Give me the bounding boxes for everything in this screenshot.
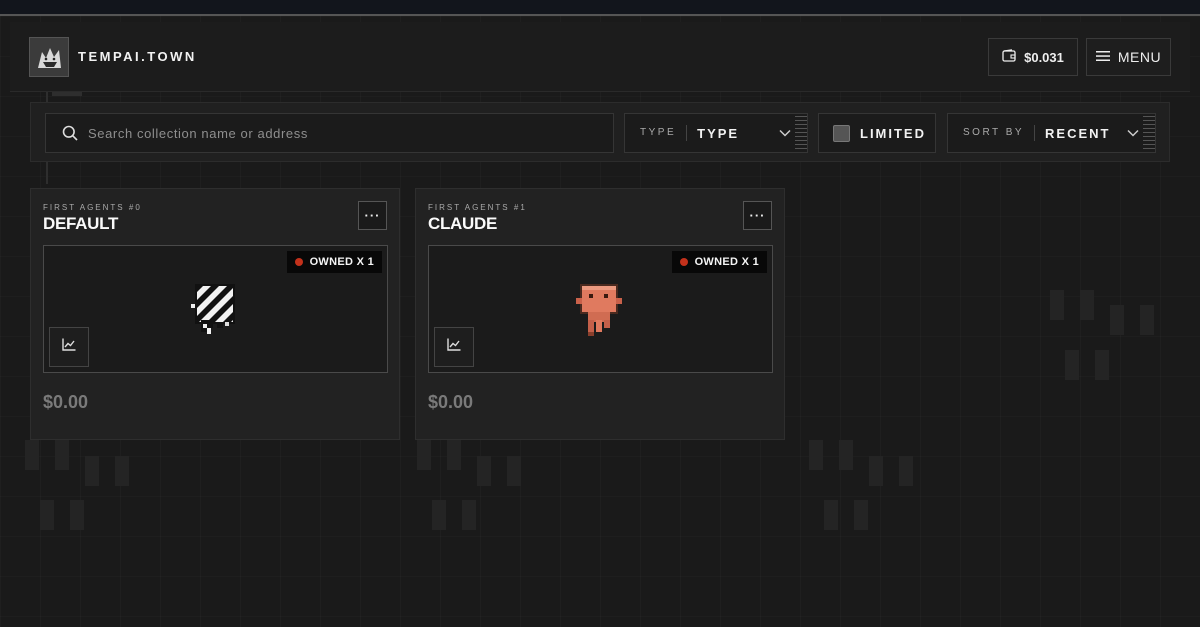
- decor-tick: [52, 92, 82, 96]
- status-dot-icon: [294, 258, 303, 266]
- bg-deco: [854, 500, 868, 530]
- search-icon: [62, 125, 78, 141]
- price-chart-button[interactable]: [434, 327, 474, 367]
- limited-toggle[interactable]: LIMITED: [818, 113, 936, 153]
- bg-deco: [824, 500, 838, 530]
- orange-agent-icon: [574, 282, 624, 343]
- owned-badge-label: OWNED X 1: [309, 256, 374, 268]
- search-input[interactable]: [88, 125, 588, 141]
- bg-deco: [25, 440, 39, 470]
- bg-deco: [40, 500, 54, 530]
- bg-deco: [1050, 290, 1064, 320]
- line-chart-icon: [447, 338, 461, 356]
- limited-checkbox[interactable]: [833, 124, 850, 142]
- card-price: $0.00: [43, 392, 89, 412]
- bg-deco: [462, 500, 476, 530]
- bg-deco: [55, 440, 69, 470]
- nft-card-claude[interactable]: FIRST AGENTS #1 CLAUDE ··· OWNED X 1 $0.…: [415, 188, 785, 440]
- type-label: TYPE: [625, 125, 688, 141]
- card-preview[interactable]: OWNED X 1: [428, 245, 773, 373]
- wallet-balance: $0.031: [1024, 49, 1064, 65]
- sort-label: SORT BY: [948, 125, 1036, 141]
- search-box[interactable]: [45, 113, 614, 153]
- card-price: $0.00: [428, 392, 474, 412]
- striped-agent-icon: [191, 280, 239, 341]
- type-dropdown[interactable]: TYPE TYPE: [624, 113, 808, 153]
- bg-deco: [507, 456, 521, 486]
- card-title[interactable]: CLAUDE: [428, 214, 497, 234]
- hamburger-icon: [1095, 49, 1110, 65]
- type-value: TYPE: [697, 125, 740, 141]
- sort-dropdown[interactable]: SORT BY RECENT: [947, 113, 1156, 153]
- bg-deco: [1065, 350, 1079, 380]
- status-dot-icon: [679, 258, 688, 266]
- sort-value: RECENT: [1045, 125, 1111, 141]
- stripe-decoration: [795, 116, 807, 150]
- chevron-down-icon: [1127, 124, 1139, 142]
- stripe-decoration: [1143, 116, 1155, 150]
- card-preview[interactable]: OWNED X 1: [43, 245, 388, 373]
- price-chart-button[interactable]: [49, 327, 89, 367]
- bg-deco: [1080, 290, 1094, 320]
- owned-badge: OWNED X 1: [286, 251, 382, 273]
- bg-deco: [115, 456, 129, 486]
- more-options-button[interactable]: ···: [358, 201, 387, 230]
- bg-deco: [70, 500, 84, 530]
- owned-badge-label: OWNED X 1: [694, 256, 759, 268]
- brand-name[interactable]: TEMPAI.TOWN: [78, 49, 197, 64]
- card-subtitle: FIRST AGENTS #1: [428, 203, 527, 212]
- bg-deco: [1095, 350, 1109, 380]
- owned-badge: OWNED X 1: [671, 251, 767, 273]
- card-subtitle: FIRST AGENTS #0: [43, 203, 142, 212]
- bg-deco: [447, 440, 461, 470]
- wolf-logo-icon[interactable]: [29, 37, 69, 77]
- bg-deco: [417, 440, 431, 470]
- bg-deco: [809, 440, 823, 470]
- bg-deco: [85, 456, 99, 486]
- bg-deco: [477, 456, 491, 486]
- bg-deco: [1140, 305, 1154, 335]
- limited-label: LIMITED: [860, 125, 926, 141]
- browser-top-strip: [0, 0, 1200, 14]
- line-chart-icon: [62, 338, 76, 356]
- bg-deco: [839, 440, 853, 470]
- bg-deco: [899, 456, 913, 486]
- more-options-button[interactable]: ···: [743, 201, 772, 230]
- wallet-button[interactable]: $0.031: [988, 38, 1078, 76]
- bg-deco: [1110, 305, 1124, 335]
- nft-card-default[interactable]: FIRST AGENTS #0 DEFAULT ··· OWNED X 1 $0…: [30, 188, 400, 440]
- menu-label: MENU: [1117, 49, 1162, 65]
- chevron-down-icon: [779, 124, 791, 142]
- card-title[interactable]: DEFAULT: [43, 214, 118, 234]
- bg-deco: [869, 456, 883, 486]
- menu-button[interactable]: MENU: [1086, 38, 1171, 76]
- site-header: TEMPAI.TOWN $0.031 MENU: [10, 22, 1190, 92]
- wallet-icon: [1002, 49, 1016, 65]
- bg-deco: [432, 500, 446, 530]
